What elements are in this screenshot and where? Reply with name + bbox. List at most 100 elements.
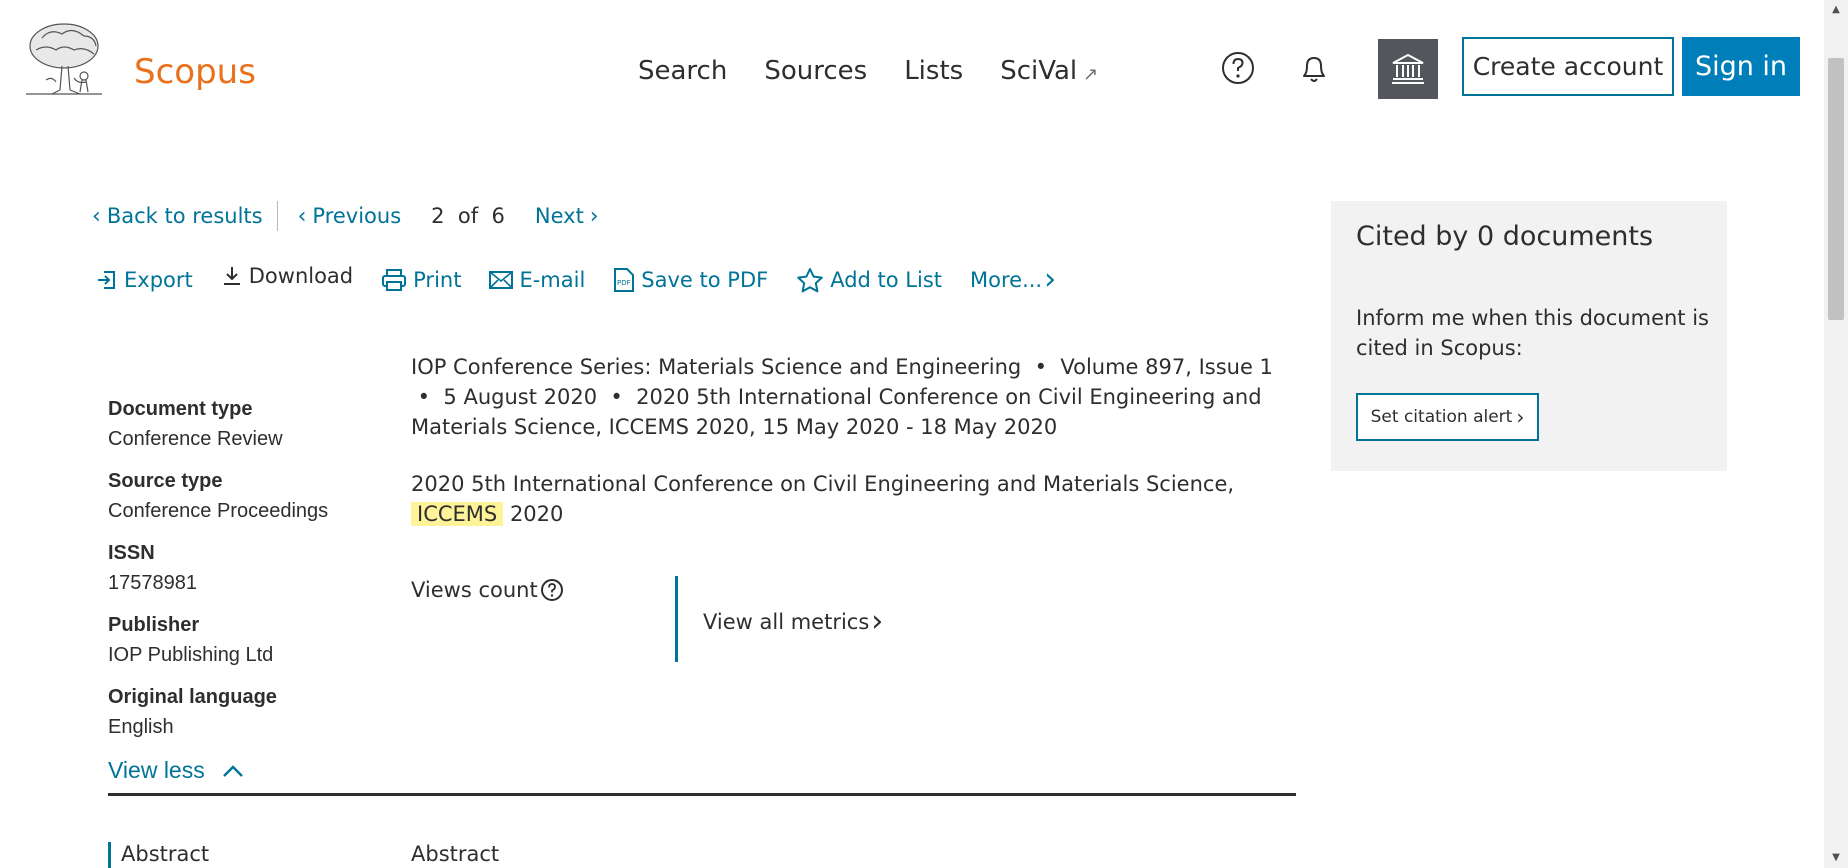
save-to-pdf-label: Save to PDF (641, 267, 769, 292)
conference-year: 2020 (509, 502, 564, 526)
back-to-results-link[interactable]: ‹ Back to results (86, 204, 263, 229)
more-button[interactable]: More... › (970, 262, 1062, 297)
nav-sources-label: Sources (764, 56, 868, 86)
institution-icon (1392, 53, 1424, 84)
chevron-right-icon: › (1044, 262, 1057, 297)
set-citation-alert-label: Set citation alert (1370, 407, 1513, 427)
abstract-nav-item[interactable]: Abstract (108, 842, 209, 868)
chevron-left-icon: ‹ (297, 203, 307, 229)
result-position: 2 of 6 (431, 204, 505, 228)
external-link-icon: ↗ (1083, 63, 1099, 85)
email-label: E-mail (519, 267, 586, 292)
export-button[interactable]: Export (96, 268, 193, 292)
sign-in-button[interactable]: Sign in (1682, 37, 1800, 96)
document-type-row: Document type Conference Review (108, 394, 408, 454)
star-icon (797, 267, 824, 292)
view-less-toggle[interactable]: View less (108, 757, 245, 784)
total-count: 6 (491, 204, 505, 228)
page-scrollbar[interactable]: ▲ ▼ (1824, 0, 1848, 868)
section-divider (108, 793, 1296, 796)
elsevier-tree-logo[interactable] (22, 20, 106, 98)
export-label: Export (124, 267, 193, 292)
issn-value: 17578981 (108, 572, 197, 594)
scroll-down-arrow-icon[interactable]: ▼ (1830, 852, 1842, 864)
nav-scival[interactable]: SciVal ↗ (1000, 56, 1098, 86)
language-value: English (108, 716, 174, 738)
metrics-divider (675, 576, 678, 662)
next-link[interactable]: Next › (535, 204, 605, 229)
source-type-label: Source type (108, 470, 223, 492)
help-circle-icon[interactable] (540, 578, 564, 602)
nav-lists-label: Lists (904, 56, 964, 86)
pdf-icon: PDF (614, 267, 635, 292)
bell-icon[interactable] (1296, 50, 1332, 86)
scroll-up-arrow-icon[interactable]: ▲ (1830, 4, 1842, 16)
document-type-value: Conference Review (108, 428, 283, 450)
current-index: 2 (431, 204, 445, 228)
download-button[interactable]: Download (221, 264, 353, 288)
publisher-label: Publisher (108, 614, 200, 636)
chevron-right-icon: › (1516, 405, 1525, 429)
view-all-metrics-link[interactable]: View all metrics › (703, 604, 883, 639)
help-icon[interactable] (1220, 50, 1256, 86)
main-nav: Search Sources Lists SciVal ↗ (638, 56, 1135, 86)
create-account-button[interactable]: Create account (1462, 37, 1674, 96)
download-label: Download (248, 263, 354, 288)
journal-link[interactable]: IOP Conference Series: Materials Science… (411, 355, 1021, 379)
issn-label: ISSN (108, 542, 155, 564)
publisher-value: IOP Publishing Ltd (108, 644, 274, 666)
chevron-up-icon (222, 764, 243, 777)
save-to-pdf-button[interactable]: PDF Save to PDF (613, 267, 768, 293)
add-to-list-label: Add to List (830, 267, 943, 292)
chevron-left-icon: ‹ (92, 203, 101, 229)
publication-date: 5 August 2020 (443, 385, 598, 409)
view-all-metrics-label: View all metrics (703, 609, 870, 634)
result-pager: ‹ Back to results ‹ Previous 2 of 6 Next › (86, 201, 605, 231)
publisher-row: Publisher IOP Publishing Ltd (108, 610, 408, 670)
download-icon (223, 266, 240, 285)
printer-icon (382, 268, 407, 291)
export-icon (98, 270, 115, 289)
nav-scival-label: SciVal (1000, 56, 1078, 86)
add-to-list-button[interactable]: Add to List (796, 267, 942, 293)
nav-sources[interactable]: Sources (764, 56, 867, 86)
cited-by-panel: Cited by 0 documents Inform me when this… (1331, 201, 1727, 471)
views-count-label: Views count (411, 578, 538, 602)
pager-divider (276, 201, 278, 231)
conference-prefix: 2020 5th International Conference on Civ… (411, 472, 1235, 496)
of-label: of (457, 204, 479, 228)
back-to-results-label: Back to results (106, 204, 263, 228)
envelope-icon (489, 270, 514, 289)
chevron-right-icon: › (871, 604, 884, 639)
document-metadata: Document type Conference Review Source t… (108, 394, 408, 754)
scopus-brand[interactable]: Scopus (134, 52, 256, 92)
conference-name: 2020 5th International Conference on Civ… (411, 469, 1291, 529)
svg-text:PDF: PDF (617, 279, 631, 287)
scrollbar-thumb[interactable] (1828, 58, 1844, 320)
issn-row: ISSN 17578981 (108, 538, 408, 598)
source-info: IOP Conference Series: Materials Science… (411, 355, 1273, 439)
language-row: Original language English (108, 682, 408, 742)
language-label: Original language (108, 686, 277, 708)
conference-acronym-highlight: ICCEMS (411, 502, 504, 526)
more-label: More... (970, 267, 1043, 292)
nav-search-label: Search (638, 56, 728, 86)
institution-button[interactable] (1378, 39, 1438, 99)
document-type-label: Document type (108, 398, 253, 420)
citation-alert-description: Inform me when this document is cited in… (1356, 306, 1709, 360)
cited-by-title: Cited by 0 documents (1356, 221, 1654, 252)
document-actions: Export Download Print E-mail PDF Save to… (96, 262, 1090, 297)
abstract-heading: Abstract (411, 842, 500, 866)
print-button[interactable]: Print (381, 268, 461, 292)
previous-link[interactable]: ‹ Previous (292, 204, 402, 229)
nav-lists[interactable]: Lists (904, 56, 963, 86)
source-type-value: Conference Proceedings (108, 500, 329, 522)
email-button[interactable]: E-mail (489, 268, 585, 292)
volume-issue: Volume 897, Issue 1 (1060, 355, 1273, 379)
set-citation-alert-button[interactable]: Set citation alert › (1356, 393, 1539, 441)
print-label: Print (413, 267, 462, 292)
next-label: Next (534, 204, 584, 228)
nav-search[interactable]: Search (638, 56, 727, 86)
view-less-label: View less (108, 757, 205, 783)
previous-label: Previous (312, 204, 402, 228)
